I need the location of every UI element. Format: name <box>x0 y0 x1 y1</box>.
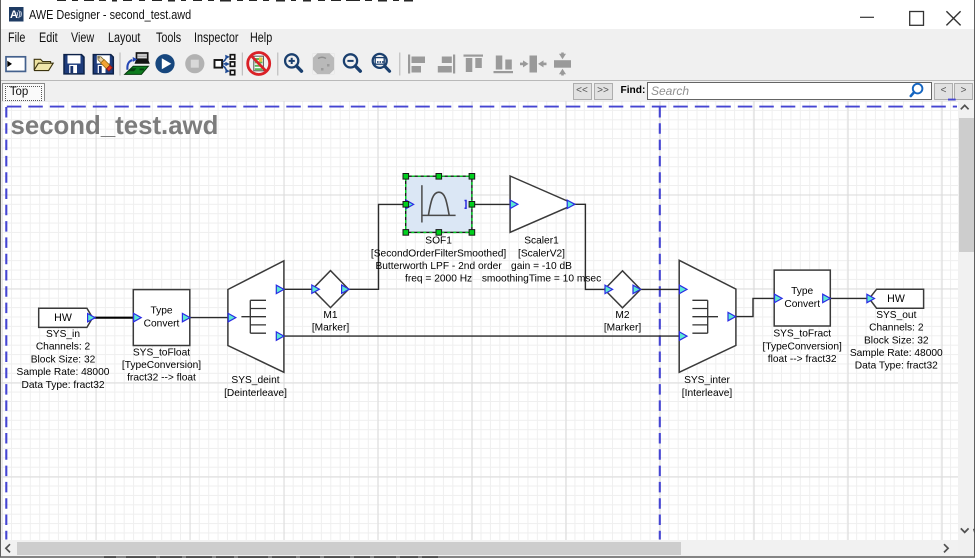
svg-text:M1: M1 <box>323 310 337 321</box>
svg-text:SYS_in: SYS_in <box>46 329 80 340</box>
svg-text:Sample Rate: 48000: Sample Rate: 48000 <box>17 367 110 378</box>
svg-text:Convert: Convert <box>784 299 820 310</box>
svg-text:SYS_inter: SYS_inter <box>684 375 730 386</box>
svg-text:Scaler1: Scaler1 <box>524 236 559 247</box>
svg-text:SYS_out: SYS_out <box>876 310 916 321</box>
svg-text:smoothingTime = 10 msec: smoothingTime = 10 msec <box>482 274 601 285</box>
svg-text:gain = -10 dB: gain = -10 dB <box>511 261 572 272</box>
svg-text:Type: Type <box>791 286 813 297</box>
svg-text:[Marker]: [Marker] <box>604 323 642 334</box>
svg-text:[ScalerV2]: [ScalerV2] <box>518 248 565 259</box>
svg-text:M2: M2 <box>615 310 629 321</box>
svg-text:Block Size: 32: Block Size: 32 <box>864 335 929 346</box>
svg-text:SYS_toFract: SYS_toFract <box>773 329 831 340</box>
svg-text:Block Size: 32: Block Size: 32 <box>31 354 96 365</box>
svg-text:second_test.awd: second_test.awd <box>11 112 219 140</box>
svg-text:[Marker]: [Marker] <box>312 323 350 334</box>
svg-text:Data Type: fract32: Data Type: fract32 <box>855 361 938 372</box>
svg-text:Type: Type <box>150 306 172 317</box>
svg-text:Sample Rate: 48000: Sample Rate: 48000 <box>850 348 943 359</box>
svg-text:[TypeConversion]: [TypeConversion] <box>763 341 842 352</box>
svg-text:SYS_deint: SYS_deint <box>231 375 279 386</box>
svg-text:Data Type: fract32: Data Type: fract32 <box>21 380 104 391</box>
svg-text:A: A <box>10 9 18 21</box>
svg-text:freq = 2000 Hz: freq = 2000 Hz <box>405 274 472 285</box>
svg-text:[SecondOrderFilterSmoothed]: [SecondOrderFilterSmoothed] <box>371 248 507 259</box>
svg-text:Butterworth LPF - 2nd order: Butterworth LPF - 2nd order <box>375 261 502 272</box>
svg-text:SOF1: SOF1 <box>425 236 452 247</box>
svg-text:SYS_toFloat: SYS_toFloat <box>133 347 190 358</box>
svg-text:HW: HW <box>887 293 905 305</box>
svg-text:[TypeConversion]: [TypeConversion] <box>122 360 201 371</box>
svg-text:Convert: Convert <box>144 319 180 330</box>
svg-text:Channels: 2: Channels: 2 <box>869 323 924 334</box>
svg-text:Channels: 2: Channels: 2 <box>36 342 91 353</box>
svg-text:[Deinterleave]: [Deinterleave] <box>224 388 287 399</box>
svg-text:[Interleave]: [Interleave] <box>682 388 733 399</box>
svg-text:float --> fract32: float --> fract32 <box>768 354 837 365</box>
svg-text:fract32 --> float: fract32 --> float <box>127 373 196 384</box>
svg-text:HW: HW <box>54 312 72 324</box>
